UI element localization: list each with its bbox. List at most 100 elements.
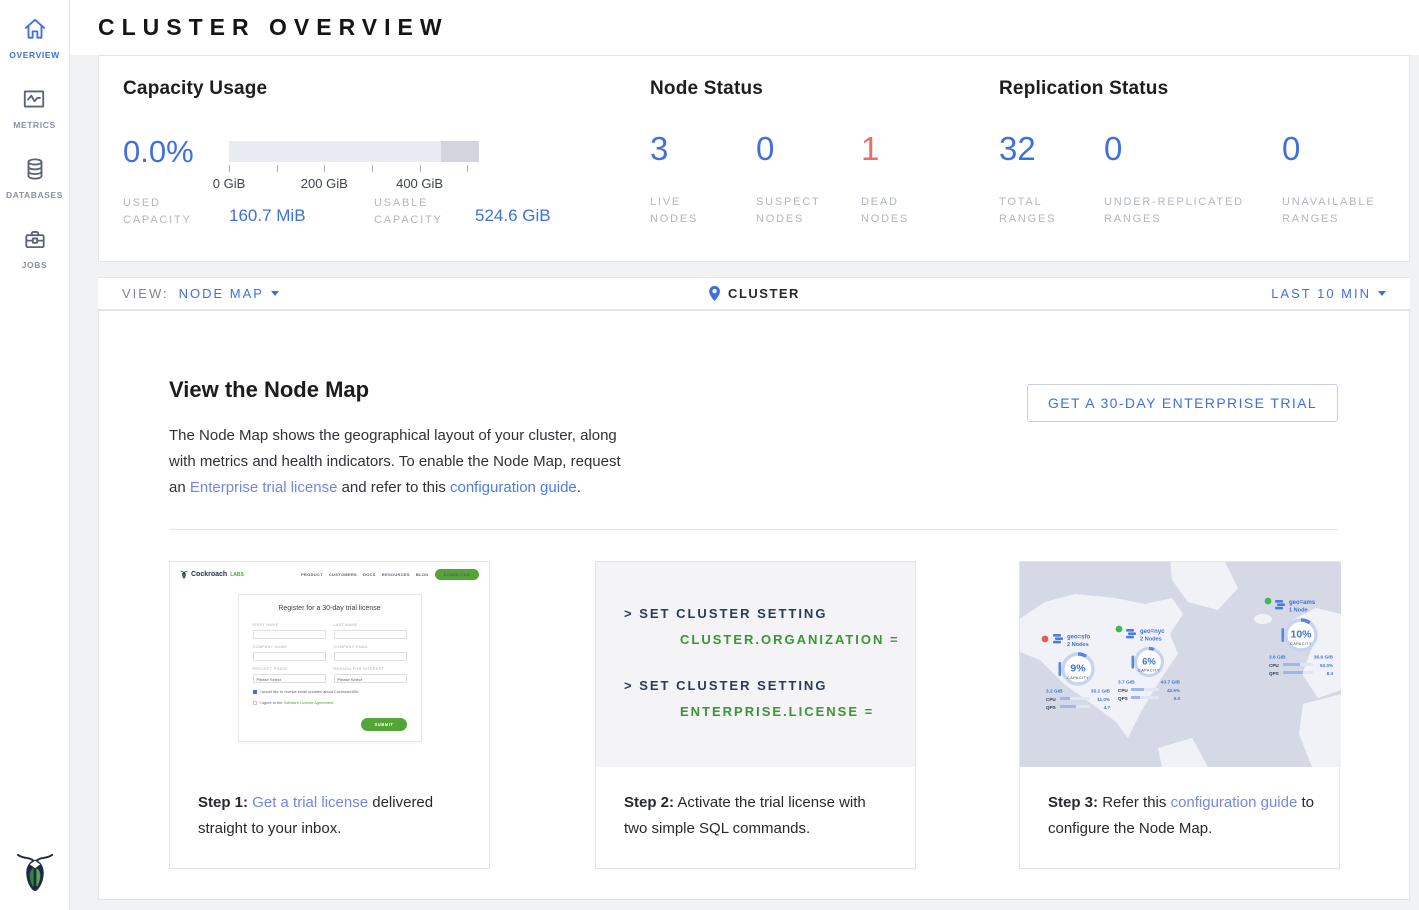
capacity-axis-label: 400 GiB <box>396 176 443 191</box>
breadcrumb-cluster: CLUSTER <box>708 278 800 309</box>
capacity-used: 3.2 GiB <box>1046 689 1063 695</box>
cpu-value: 11.0% <box>1097 697 1110 702</box>
cpu-value: 42.5% <box>1167 688 1180 693</box>
field-label: PROJECT PHASE <box>253 667 326 671</box>
time-range-dropdown[interactable]: LAST 10 MIN <box>1271 286 1386 301</box>
capacity-bar-tick <box>372 165 373 172</box>
capacity-axis-label: 200 GiB <box>301 176 348 191</box>
page-title: CLUSTER OVERVIEW <box>98 14 449 41</box>
trial-registration-screenshot: Cockroach LABS PRODUCT CUSTOMERS DOCS RE… <box>170 562 489 767</box>
enterprise-trial-license-link[interactable]: Enterprise trial license <box>190 479 338 496</box>
used-capacity-value: 160.7 MiB <box>229 206 306 226</box>
locality-nodes: 2 Nodes <box>1140 637 1162 643</box>
view-selector-dropdown[interactable]: NODE MAP <box>179 286 279 301</box>
chevron-down-icon <box>1378 291 1386 296</box>
sql-command: > SET CLUSTER SETTING <box>624 678 915 693</box>
sql-commands-preview: > SET CLUSTER SETTING CLUSTER.ORGANIZATI… <box>596 562 915 767</box>
chevron-down-icon <box>271 291 279 296</box>
node-map-panel: View the Node Map The Node Map shows the… <box>98 310 1410 900</box>
used-capacity-label: USED CAPACITY <box>123 195 192 229</box>
trial-registration-form: Register for a 30-day trial license FIRS… <box>238 594 422 742</box>
locality-name: geo=ams <box>1289 600 1316 606</box>
capacity-bar-tick <box>229 165 230 172</box>
capacity-bar-tick <box>467 165 468 172</box>
cockroach-bug-icon <box>180 569 188 580</box>
replication-status-title: Replication Status <box>999 78 1168 100</box>
step-1-card: Cockroach LABS PRODUCT CUSTOMERS DOCS RE… <box>169 561 490 869</box>
step-2-card: > SET CLUSTER SETTING CLUSTER.ORGANIZATI… <box>595 561 916 869</box>
text-input <box>334 652 407 661</box>
sidebar-item-label: METRICS <box>13 120 55 130</box>
sidebar-item-jobs[interactable]: JOBS <box>22 226 48 270</box>
view-label: VIEW: <box>122 286 169 301</box>
step-label: Step 2: <box>624 794 674 811</box>
dead-nodes-value: 1 <box>861 130 879 168</box>
submit-button: SUBMIT <box>361 718 406 731</box>
capacity-used-percent: 0.0% <box>123 134 194 170</box>
cpu-label: CPU <box>1118 688 1128 693</box>
qps-label: QPS <box>1118 696 1128 701</box>
suspect-nodes-value: 0 <box>756 130 774 168</box>
section-divider <box>169 529 1338 530</box>
download-button: DOWNLOAD <box>435 569 479 580</box>
cpu-label: CPU <box>1269 663 1279 668</box>
metrics-icon <box>21 86 47 112</box>
locality-name: geo=nyc <box>1140 629 1165 635</box>
configuration-guide-link[interactable]: configuration guide <box>450 479 577 496</box>
under-replicated-ranges-label: UNDER-REPLICATED RANGES <box>1104 194 1244 228</box>
location-pin-icon <box>708 285 721 302</box>
briefcase-icon <box>22 226 48 252</box>
sql-setting: ENTERPRISE.LICENSE = <box>680 704 915 719</box>
node-map-heading: View the Node Map <box>169 377 369 403</box>
sidebar-item-label: OVERVIEW <box>9 50 59 60</box>
capacity-label: CAPACITY <box>1138 669 1160 673</box>
qps-value: 4.7 <box>1104 705 1111 710</box>
cpu-value: 53.3% <box>1320 663 1333 668</box>
field-label: COMPANY NAME <box>253 645 326 649</box>
caption-text: Refer this <box>1102 794 1166 811</box>
field-label: LAST NAME <box>334 623 407 627</box>
sidebar-item-metrics[interactable]: METRICS <box>13 86 55 130</box>
capacity-total: 36.6 GiB <box>1314 655 1334 661</box>
configuration-guide-link[interactable]: configuration guide <box>1171 794 1298 811</box>
capacity-bar-tick <box>420 165 421 172</box>
status-dot-live <box>1265 598 1272 605</box>
get-trial-license-link[interactable]: Get a trial license <box>252 794 368 811</box>
unavailable-ranges-label: UNAVAILABLE RANGES <box>1282 194 1375 228</box>
capacity-used: 3.7 GiB <box>1118 680 1135 686</box>
capacity-bar-tick <box>324 165 325 172</box>
text-input <box>334 630 407 639</box>
text-input <box>253 652 326 661</box>
database-icon <box>22 156 48 182</box>
capacity-label: CAPACITY <box>1290 642 1312 646</box>
qps-label: QPS <box>1269 671 1279 676</box>
cluster-summary-card: Capacity Usage 0.0% 0 GiB 200 GiB 400 Gi… <box>98 55 1410 262</box>
field-label: FIRST NAME <box>253 623 326 627</box>
qps-value: 0.0 <box>1174 696 1181 701</box>
live-nodes-label: LIVE NODES <box>650 194 698 228</box>
locality-name: geo=sfo <box>1067 635 1091 641</box>
node-map-description: The Node Map shows the geographical layo… <box>169 423 631 501</box>
total-ranges-value: 32 <box>999 130 1036 168</box>
capacity-axis-label: 0 GiB <box>213 176 246 191</box>
usable-capacity-value: 524.6 GiB <box>475 206 551 226</box>
home-icon <box>22 16 48 42</box>
checkbox-checked <box>253 690 257 694</box>
locality-nodes: 2 Nodes <box>1067 642 1089 648</box>
checkbox-unchecked <box>253 701 257 705</box>
capacity-total: 35.1 GiB <box>1091 689 1111 695</box>
sidebar-item-label: JOBS <box>22 260 48 270</box>
field-label: COMPANY EMAIL <box>334 645 407 649</box>
sidebar-item-overview[interactable]: OVERVIEW <box>9 16 59 60</box>
step-label: Step 3: <box>1048 794 1098 811</box>
capacity-bar <box>229 141 479 162</box>
sidebar-item-databases[interactable]: DATABASES <box>6 156 63 200</box>
get-enterprise-trial-button[interactable]: GET A 30-DAY ENTERPRISE TRIAL <box>1027 384 1338 422</box>
cockroach-labs-logo <box>16 850 54 894</box>
capacity-percent: 9% <box>1070 663 1086 675</box>
qps-value: 8.4 <box>1327 671 1334 676</box>
capacity-percent: 10% <box>1290 629 1312 641</box>
view-toolbar: VIEW: NODE MAP CLUSTER LAST 10 MIN <box>98 277 1410 310</box>
cpu-label: CPU <box>1046 697 1056 702</box>
capacity-usage-title: Capacity Usage <box>123 78 267 100</box>
